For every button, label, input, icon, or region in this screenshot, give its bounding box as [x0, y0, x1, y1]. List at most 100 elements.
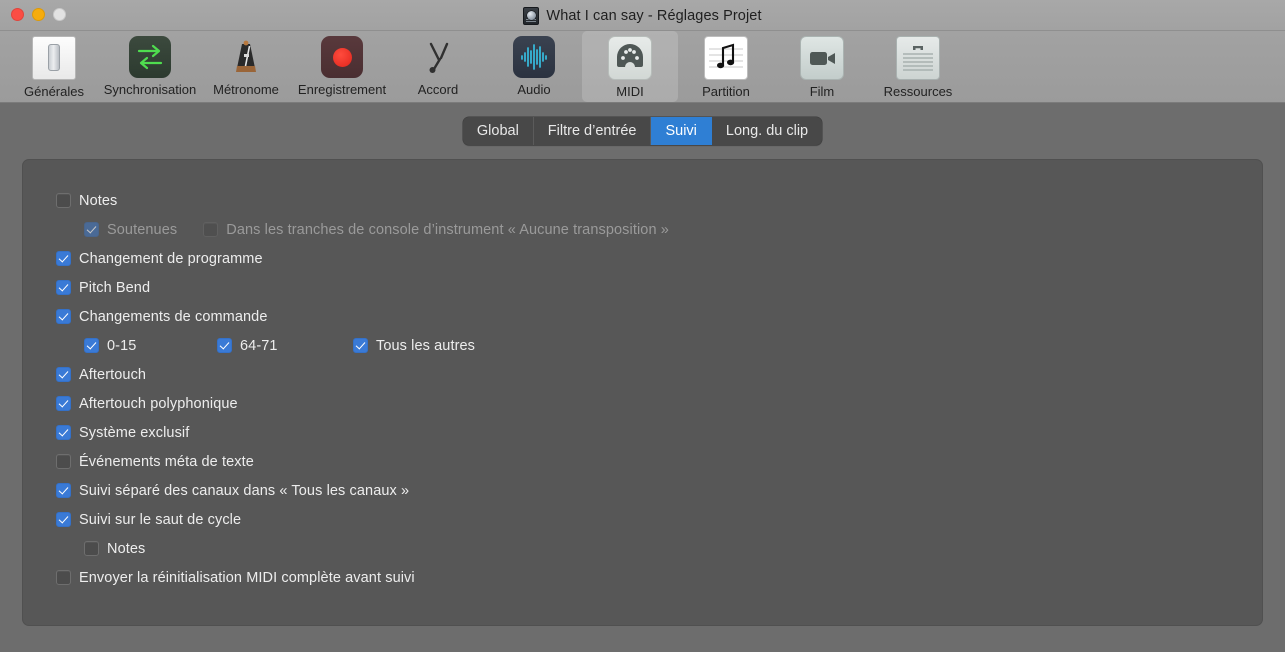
toolbar-label-enregistrement: Enregistrement — [297, 82, 387, 97]
checkbox-soutenues[interactable]: Soutenues — [84, 222, 177, 238]
row-aftertouch-poly: Aftertouch polyphonique — [23, 389, 1262, 418]
midi-connector-icon — [608, 36, 652, 80]
toggle-switch-icon — [32, 36, 76, 80]
row-suivi-separe: Suivi séparé des canaux dans « Tous les … — [23, 476, 1262, 505]
tab-suivi[interactable]: Suivi — [651, 117, 712, 145]
toolbar-item-ressources[interactable]: Ressources — [870, 31, 966, 99]
toolbar-label-synchronisation: Synchronisation — [103, 82, 197, 97]
row-changement-programme: Changement de programme — [23, 244, 1262, 273]
checkbox-box-tranches-console[interactable] — [203, 222, 219, 237]
title-bar: What I can say - Réglages Projet — [0, 0, 1285, 31]
checkbox-notes[interactable]: Notes — [56, 193, 117, 209]
tab-global[interactable]: Global — [463, 117, 534, 145]
toolbar-item-film[interactable]: Film — [774, 31, 870, 99]
tab-filtre-entree[interactable]: Filtre d’entrée — [534, 117, 652, 145]
checkbox-label-changement-programme: Changement de programme — [79, 250, 263, 267]
toolbar-item-partition[interactable]: Partition — [678, 31, 774, 99]
checkbox-box-changements-commande[interactable] — [56, 309, 71, 324]
checkbox-label-cc-0-15: 0-15 — [107, 337, 137, 354]
record-circle-icon — [321, 36, 363, 78]
checkbox-evenements-meta[interactable]: Événements méta de texte — [56, 454, 254, 470]
toolbar-item-midi[interactable]: MIDI — [582, 31, 678, 102]
zoom-button[interactable] — [53, 8, 66, 21]
checkbox-box-systeme-exclusif[interactable] — [56, 425, 71, 440]
tab-bar: Global Filtre d’entrée Suivi Long. du cl… — [462, 117, 823, 145]
checkbox-aftertouch-poly[interactable]: Aftertouch polyphonique — [56, 396, 238, 412]
toolbar-item-generales[interactable]: Générales — [6, 31, 102, 99]
checkbox-label-pitch-bend: Pitch Bend — [79, 279, 151, 296]
checkbox-label-suivi-notes: Notes — [107, 540, 146, 557]
checkbox-box-suivi-notes[interactable] — [84, 541, 99, 556]
toolbar-label-midi: MIDI — [616, 84, 644, 99]
toolbar-label-film: Film — [809, 84, 835, 99]
checkbox-box-aftertouch[interactable] — [56, 367, 71, 382]
checkbox-suivi-notes[interactable]: Notes — [84, 541, 145, 557]
briefcase-icon — [896, 36, 940, 80]
waveform-icon — [513, 36, 555, 78]
row-suivi-saut-cycle: Suivi sur le saut de cycle — [23, 505, 1262, 534]
checkbox-cc-0-15[interactable]: 0-15 — [84, 338, 217, 354]
row-cc-ranges: 0-15 64-71 Tous les autres — [23, 331, 1262, 360]
toolbar-label-ressources: Ressources — [883, 84, 953, 99]
row-systeme-exclusif: Système exclusif — [23, 418, 1262, 447]
toolbar-item-enregistrement[interactable]: Enregistrement — [294, 31, 390, 97]
toolbar-label-generales: Générales — [24, 84, 84, 99]
checkbox-box-aftertouch-poly[interactable] — [56, 396, 71, 411]
toolbar-item-metronome[interactable]: Métronome — [198, 31, 294, 97]
window-controls — [11, 8, 66, 21]
tab-bar-container: Global Filtre d’entrée Suivi Long. du cl… — [0, 103, 1285, 145]
checkbox-label-suivi-saut-cycle: Suivi sur le saut de cycle — [79, 511, 242, 528]
minimize-button[interactable] — [32, 8, 45, 21]
checkbox-box-suivi-saut-cycle[interactable] — [56, 512, 71, 527]
row-evenements-meta: Événements méta de texte — [23, 447, 1262, 476]
tab-long-du-clip[interactable]: Long. du clip — [712, 117, 822, 145]
checkbox-changements-commande[interactable]: Changements de commande — [56, 309, 268, 325]
checkbox-box-changement-programme[interactable] — [56, 251, 71, 266]
checkbox-list: Notes Soutenues Dans les tranches de con… — [23, 160, 1262, 592]
checkbox-cc-64-71[interactable]: 64-71 — [217, 338, 353, 354]
checkbox-pitch-bend[interactable]: Pitch Bend — [56, 280, 150, 296]
toolbar-item-accord[interactable]: Accord — [390, 31, 486, 97]
checkbox-label-evenements-meta: Événements méta de texte — [79, 453, 254, 470]
toolbar-item-synchronisation[interactable]: Synchronisation — [102, 31, 198, 97]
logic-project-document-icon — [523, 6, 540, 25]
checkbox-label-aftertouch-poly: Aftertouch polyphonique — [79, 395, 238, 412]
settings-panel: Notes Soutenues Dans les tranches de con… — [22, 159, 1263, 626]
checkbox-changement-programme[interactable]: Changement de programme — [56, 251, 263, 267]
checkbox-tranches-console[interactable]: Dans les tranches de console d’instrumen… — [203, 222, 669, 238]
checkbox-label-suivi-separe: Suivi séparé des canaux dans « Tous les … — [79, 482, 410, 499]
checkbox-box-cc-64-71[interactable] — [217, 338, 232, 353]
checkbox-box-cc-0-15[interactable] — [84, 338, 99, 353]
checkbox-box-cc-tous-autres[interactable] — [353, 338, 368, 353]
row-suivi-notes: Notes — [23, 534, 1262, 563]
checkbox-label-aftertouch: Aftertouch — [79, 366, 147, 383]
checkbox-systeme-exclusif[interactable]: Système exclusif — [56, 425, 189, 441]
checkbox-box-notes[interactable] — [56, 193, 71, 208]
metronome-icon — [225, 36, 267, 78]
checkbox-label-soutenues: Soutenues — [107, 221, 178, 238]
checkbox-label-reinit-midi: Envoyer la réinitialisation MIDI complèt… — [79, 569, 415, 586]
row-aftertouch: Aftertouch — [23, 360, 1262, 389]
toolbar-label-partition: Partition — [702, 84, 750, 99]
checkbox-box-evenements-meta[interactable] — [56, 454, 71, 469]
checkbox-label-cc-64-71: 64-71 — [240, 337, 278, 354]
checkbox-suivi-saut-cycle[interactable]: Suivi sur le saut de cycle — [56, 512, 241, 528]
checkbox-suivi-separe[interactable]: Suivi séparé des canaux dans « Tous les … — [56, 483, 409, 499]
toolbar-label-metronome: Métronome — [213, 82, 279, 97]
sync-arrows-icon — [129, 36, 171, 78]
row-changements-commande: Changements de commande — [23, 302, 1262, 331]
window-title: What I can say - Réglages Projet — [546, 7, 762, 24]
checkbox-box-suivi-separe[interactable] — [56, 483, 71, 498]
toolbar-label-audio: Audio — [517, 82, 551, 97]
checkbox-aftertouch[interactable]: Aftertouch — [56, 367, 146, 383]
checkbox-box-reinit-midi[interactable] — [56, 570, 71, 585]
tuning-fork-icon — [417, 36, 459, 78]
row-soutenues: Soutenues Dans les tranches de console d… — [23, 215, 1262, 244]
checkbox-reinit-midi[interactable]: Envoyer la réinitialisation MIDI complèt… — [56, 570, 415, 586]
checkbox-box-pitch-bend[interactable] — [56, 280, 71, 295]
checkbox-cc-tous-autres[interactable]: Tous les autres — [353, 338, 475, 354]
toolbar-item-audio[interactable]: Audio — [486, 31, 582, 97]
close-button[interactable] — [11, 8, 24, 21]
checkbox-box-soutenues[interactable] — [84, 222, 99, 237]
checkbox-label-systeme-exclusif: Système exclusif — [79, 424, 190, 441]
